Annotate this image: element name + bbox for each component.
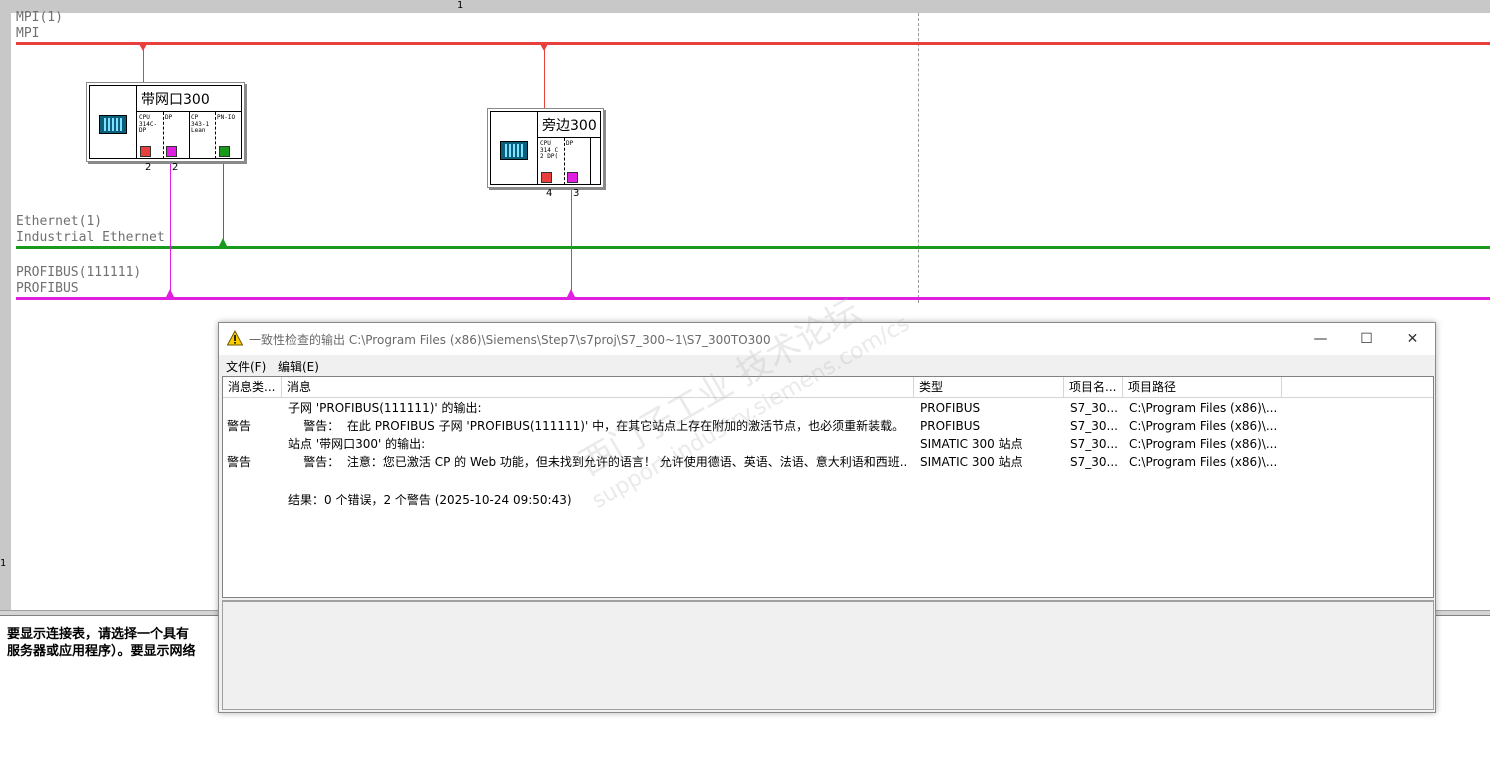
cell-type: PROFIBUS (920, 419, 981, 433)
left-ruler: 1 (0, 13, 11, 610)
menu-bar: 文件(F) 编辑(E) (219, 355, 1435, 375)
station-旁边300[interactable]: 旁边300 CPU 314 C 2 DP( DP (487, 108, 604, 188)
mpi-drop-line (544, 45, 545, 108)
ruler-mark: 1 (457, 0, 464, 11)
mpi-address: 2 (145, 162, 152, 173)
station-title: 带网口300 (141, 92, 210, 108)
cell-type: SIMATIC 300 站点 (920, 455, 1023, 469)
ruler-mark: 1 (0, 558, 7, 569)
station-icon-area (90, 86, 137, 158)
station-title: 旁边300 (542, 118, 597, 134)
slot-divider (590, 138, 591, 185)
cell-project-name: S7_30... (1070, 437, 1118, 451)
cell-message-type: 警告 (227, 455, 252, 469)
cell-project-name: S7_30... (1070, 401, 1118, 415)
column-message-type[interactable]: 消息类... (223, 377, 282, 397)
profibus-connector-marker (166, 289, 174, 297)
profibus-connector-marker (567, 289, 575, 297)
table-row[interactable]: 警告 警告： 注意：您已激活 CP 的 Web 功能，但未找到允许的语言！ 允许… (223, 453, 1433, 471)
top-ruler: 1 (0, 0, 1490, 13)
profibus-bus-line[interactable] (16, 297, 1490, 300)
column-type[interactable]: 类型 (914, 377, 1064, 397)
ethernet-network-name: Ethernet(1) (16, 214, 103, 229)
ethernet-network-label[interactable]: Ethernet(1) Industrial Ethernet (16, 214, 165, 246)
rack-icon (99, 115, 127, 134)
mpi-port[interactable] (541, 172, 552, 183)
page-boundary-line (918, 13, 919, 303)
warning-icon (227, 330, 243, 346)
profibus-drop-line (170, 161, 171, 293)
cell-project-path: C:\Program Files (x86)\... (1129, 401, 1278, 415)
mpi-port[interactable] (140, 146, 151, 157)
cell-message-type (227, 399, 282, 417)
ethernet-bus-line[interactable] (16, 246, 1490, 249)
column-message[interactable]: 消息 (282, 377, 914, 397)
profibus-network-name: PROFIBUS(111111) (16, 265, 142, 280)
rack-icon (500, 141, 528, 160)
cell-type: SIMATIC 300 站点 (920, 437, 1023, 451)
cell-project-path: C:\Program Files (x86)\... (1129, 455, 1278, 469)
profibus-drop-line (571, 187, 572, 293)
profibus-address: 3 (573, 188, 580, 199)
slot-area: CPU 314 C 2 DP( DP (538, 137, 600, 185)
station-icon-area (491, 112, 538, 184)
cell-message: 警告： 在此 PROFIBUS 子网 'PROFIBUS(111111)' 中，… (288, 419, 905, 433)
detail-pane (222, 600, 1434, 710)
menu-file[interactable]: 文件(F) (226, 358, 266, 375)
profibus-network-label[interactable]: PROFIBUS(111111) PROFIBUS (16, 265, 141, 297)
profibus-network-type: PROFIBUS (16, 281, 79, 296)
mpi-network-name: MPI(1) (16, 10, 63, 25)
profibus-port[interactable] (166, 146, 177, 157)
cell-message-type (227, 435, 282, 453)
menu-edit[interactable]: 编辑(E) (278, 358, 319, 375)
cell-project-path: C:\Program Files (x86)\... (1129, 419, 1278, 433)
table-row[interactable]: 站点 '带网口300' 的输出: SIMATIC 300 站点 S7_30... C:… (223, 435, 1433, 453)
check-result: 结果：0 个错误，2 个警告 (2025-10-24 09:50:43) (288, 493, 572, 507)
ethernet-connector-marker (219, 238, 227, 246)
maximize-button[interactable]: ☐ (1344, 323, 1389, 355)
dialog-titlebar[interactable]: 一致性检查的输出 C:\Program Files (x86)\Siemens\… (219, 323, 1435, 355)
station-带网口300[interactable]: 带网口300 CPU 314C- DP DP CP 343-1 Lean PN-… (86, 82, 245, 162)
mpi-network-label[interactable]: MPI(1) MPI (16, 10, 63, 42)
close-button[interactable]: ✕ (1390, 323, 1435, 355)
profibus-address: 2 (172, 162, 179, 173)
cell-message-type: 警告 (227, 419, 252, 433)
cell-project-name: S7_30... (1070, 419, 1118, 433)
table-row[interactable]: 子网 'PROFIBUS(111111)' 的输出: PROFIBUS S7_30.… (223, 399, 1433, 417)
cell-message: 子网 'PROFIBUS(111111)' 的输出: (288, 401, 482, 415)
mpi-bus-line[interactable] (16, 42, 1490, 45)
table-row[interactable]: 警告 警告： 在此 PROFIBUS 子网 'PROFIBUS(111111)'… (223, 417, 1433, 435)
cell-type: PROFIBUS (920, 401, 981, 415)
slot-cp[interactable]: CP 343-1 Lean (189, 112, 215, 159)
column-project-name[interactable]: 项目名... (1064, 377, 1123, 397)
message-list[interactable]: 消息类... 消息 类型 项目名... 项目路径 子网 'PROFIBUS(11… (222, 376, 1434, 598)
connection-table-hint: 要显示连接表，请选择一个具有 服务器或应用程序）。要显示网络 (7, 627, 196, 659)
cell-project-name: S7_30... (1070, 455, 1118, 469)
cell-project-path: C:\Program Files (x86)\... (1129, 437, 1278, 451)
profibus-port[interactable] (567, 172, 578, 183)
ethernet-drop-line (223, 161, 224, 242)
slot-area: CPU 314C- DP DP CP 343-1 Lean PN-IO (137, 111, 241, 159)
minimize-button[interactable]: — (1298, 323, 1343, 355)
consistency-check-dialog[interactable]: 一致性检查的输出 C:\Program Files (x86)\Siemens\… (218, 322, 1436, 713)
mpi-address: 4 (546, 188, 553, 199)
column-project-path[interactable]: 项目路径 (1123, 377, 1282, 397)
dialog-title: 一致性检查的输出 C:\Program Files (x86)\Siemens\… (249, 333, 771, 347)
cell-message: 站点 '带网口300' 的输出: (288, 437, 426, 451)
ethernet-network-type: Industrial Ethernet (16, 230, 165, 245)
ethernet-port[interactable] (219, 146, 230, 157)
cell-message: 警告： 注意：您已激活 CP 的 Web 功能，但未找到允许的语言！ 允许使用德… (288, 455, 908, 469)
list-header: 消息类... 消息 类型 项目名... 项目路径 (223, 377, 1433, 398)
mpi-network-type: MPI (16, 26, 40, 41)
mpi-drop-line (143, 45, 144, 82)
